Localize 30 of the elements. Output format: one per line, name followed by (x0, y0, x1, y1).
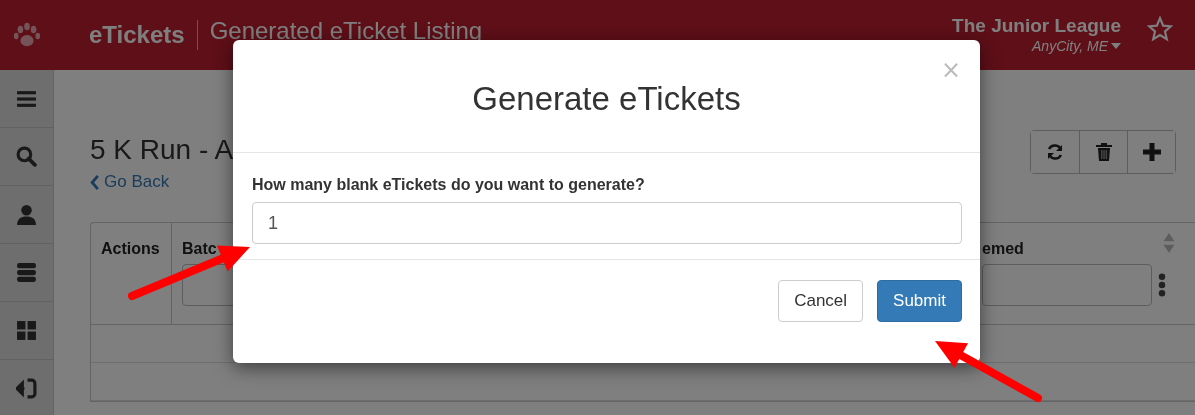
input-field[interactable]: 1 (252, 202, 962, 244)
column-header: emed (982, 239, 1024, 257)
sign-in-icon (16, 378, 37, 399)
organization-name: The Junior League (952, 15, 1121, 37)
dialog-title: Generate eTickets (471, 79, 742, 118)
search-icon (16, 146, 37, 167)
cancel-button[interactable]: Cancel (778, 280, 864, 322)
page-title: Generated eTicket Listing (209, 17, 483, 45)
star-icon (1147, 16, 1173, 42)
user-icon (16, 204, 37, 225)
sort-icon (1163, 232, 1175, 253)
plus-icon (1141, 142, 1162, 162)
submit-button[interactable]: Submit (877, 280, 962, 322)
back-link[interactable]: Go Back (90, 172, 170, 192)
app-name: eTickets (89, 20, 198, 50)
trash-icon (1093, 142, 1114, 162)
filter-field[interactable] (982, 263, 1152, 306)
column-header: Actions (101, 239, 160, 257)
more-icon (1158, 272, 1166, 297)
menu-icon (16, 88, 37, 109)
page-heading: 5 K Run - A (90, 134, 235, 166)
chevron-icon (90, 174, 100, 190)
caret-icon (1111, 43, 1121, 49)
field-label: How many blank eTickets do you want to generate? (252, 176, 646, 194)
column-header: Batc (182, 239, 217, 257)
location-dropdown[interactable]: AnyCity, ME (1032, 38, 1121, 54)
server-icon (16, 262, 37, 283)
grid-icon (16, 320, 37, 341)
refresh-icon (1045, 142, 1065, 162)
add-button[interactable] (1127, 131, 1175, 173)
